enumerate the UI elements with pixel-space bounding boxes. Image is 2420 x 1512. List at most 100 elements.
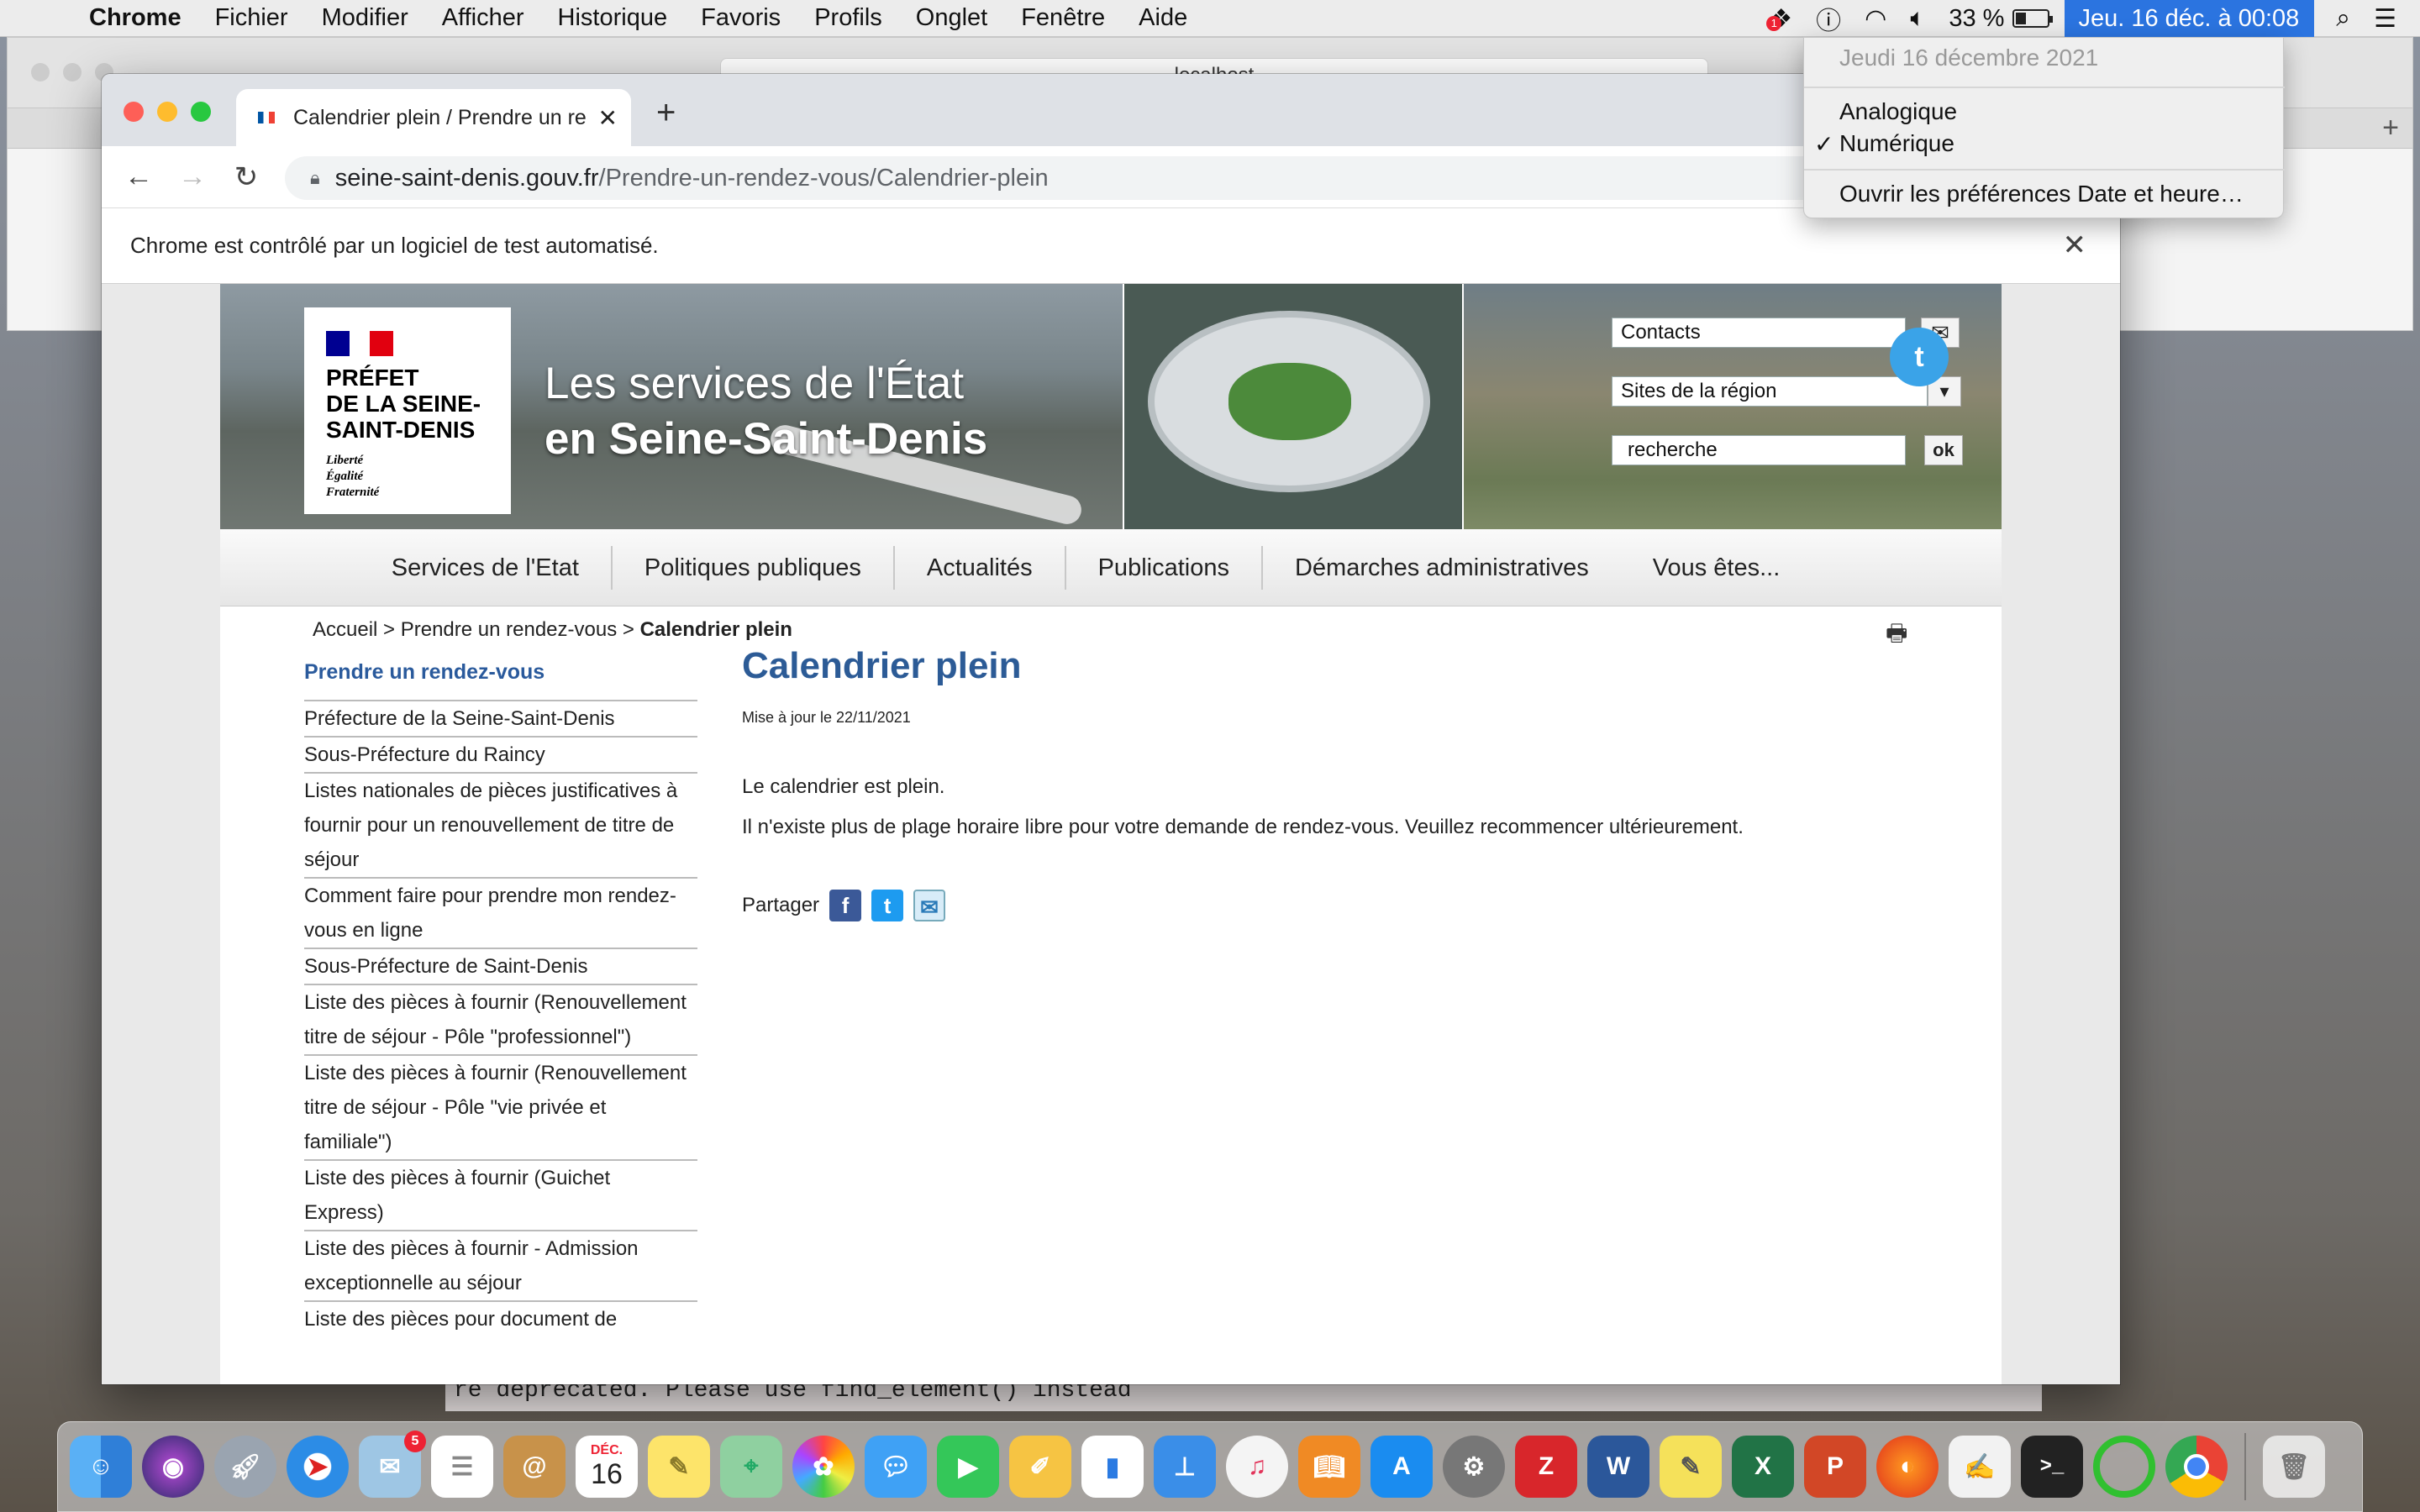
banner-title-line1: Les services de l'État [544,359,965,408]
volume-icon[interactable]: 🔈︎ [1910,4,1925,33]
textedit-icon[interactable]: ✍ [1949,1436,2011,1498]
menu-profils[interactable]: Profils [814,4,882,32]
new-tab-icon[interactable]: + [2382,112,2399,144]
zoom-window-button[interactable] [191,102,211,122]
trash-icon[interactable]: 🗑︎ [2263,1436,2325,1498]
twitter-share-icon[interactable]: t [871,890,904,921]
safari-icon[interactable]: ➤ [287,1436,349,1498]
sidebar-item[interactable]: Liste des pièces à fournir - Admission e… [304,1230,697,1300]
menubar-clock[interactable]: Jeu. 16 déc. à 00:08 [2065,0,2315,37]
zotero-icon[interactable]: Z [1515,1436,1577,1498]
breadcrumb-home[interactable]: Accueil [313,618,377,641]
forward-arrow-icon[interactable]: → [176,160,209,193]
chrome-icon[interactable] [2165,1436,2228,1498]
logo-line: PRÉFET [326,365,419,391]
clock-option-digital[interactable]: Numérique [1839,130,1954,157]
dropbox-icon[interactable]: ❖ 1 [1766,4,1792,34]
calendar-icon[interactable]: DÉC. 16 [576,1436,638,1498]
alert-icon[interactable]: ⓘ [1816,0,1841,37]
sidebar-item[interactable]: Liste des pièces pour document de [304,1300,697,1336]
close-window-button[interactable] [124,102,144,122]
menu-modifier[interactable]: Modifier [322,4,408,32]
sidebar-item[interactable]: Sous-Préfecture du Raincy [304,736,697,772]
system-preferences-icon[interactable]: ⚙ [1443,1436,1505,1498]
menu-afficher[interactable]: Afficher [442,4,524,32]
nav-actualites[interactable]: Actualités [895,545,1066,590]
lock-icon[interactable]: 🔒︎ [310,167,320,189]
facetime-icon[interactable]: ▶ [937,1436,999,1498]
word-icon[interactable]: W [1587,1436,1649,1498]
itunes-icon[interactable]: ♫ [1226,1436,1288,1498]
numbers-icon[interactable]: ▮ [1081,1436,1144,1498]
favicon-icon [258,112,275,123]
facebook-icon[interactable]: f [829,890,862,921]
active-tab[interactable]: Calendrier plein / Prendre un re ✕ [236,89,631,146]
menu-historique[interactable]: Historique [558,4,668,32]
sidebar-item[interactable]: Listes nationales de pièces justificativ… [304,772,697,877]
clock-option-analog[interactable]: Analogique [1839,98,1957,125]
messages-icon[interactable]: 💬︎ [865,1436,927,1498]
keynote-icon[interactable]: ⊥ [1154,1436,1216,1498]
search-ok-button[interactable]: ok [1924,435,1963,465]
firefox-icon[interactable]: ◐ [1876,1436,1939,1498]
nav-vous-etes[interactable]: Vous êtes... [1621,546,1812,590]
launchpad-icon[interactable]: 🚀︎ [214,1436,276,1498]
sidebar-item[interactable]: Sous-Préfecture de Saint-Denis [304,948,697,984]
sidebar-item[interactable]: Liste des pièces à fournir (Renouvelleme… [304,1054,697,1159]
menu-aide[interactable]: Aide [1139,4,1187,32]
contacts-icon[interactable]: @ [503,1436,566,1498]
prefet-logo[interactable]: PRÉFET DE LA SEINE- SAINT-DENIS Liberté … [304,307,511,514]
sidebar-item[interactable]: Préfecture de la Seine-Saint-Denis [304,700,697,736]
pages-icon[interactable]: ✐ [1009,1436,1071,1498]
maps-icon[interactable]: ⌖ [720,1436,782,1498]
print-icon[interactable]: 🖶 [1886,616,1907,656]
email-share-icon[interactable]: ✉ [913,890,946,921]
nav-publications[interactable]: Publications [1066,545,1263,590]
sites-region-select[interactable]: Sites de la région [1612,376,1928,407]
mail-app-icon[interactable]: ✉ 5 [359,1431,426,1498]
siri-icon[interactable]: ◉ [142,1436,204,1498]
sidebar-item[interactable]: Liste des pièces à fournir (Renouvelleme… [304,984,697,1054]
menu-onglet[interactable]: Onglet [916,4,987,32]
sidebar-title[interactable]: Prendre un rendez-vous [304,650,697,685]
menu-fichier[interactable]: Fichier [215,4,288,32]
wifi-icon[interactable]: ◠ [1865,4,1886,34]
website: PRÉFET DE LA SEINE- SAINT-DENIS Liberté … [220,284,2002,1384]
new-tab-button[interactable]: + [656,94,676,132]
search-input[interactable]: recherche [1612,435,1906,465]
breadcrumb-separator: > [622,618,634,641]
back-arrow-icon[interactable]: ← [122,160,155,193]
finder-icon[interactable]: ☺ [70,1436,132,1498]
open-date-time-prefs[interactable]: Ouvrir les préférences Date et heure… [1839,181,2244,207]
spotlight-search-icon[interactable]: ⌕ [2336,4,2350,33]
app-store-icon[interactable]: A [1370,1436,1433,1498]
breadcrumb-parent[interactable]: Prendre un rendez-vous [401,618,617,641]
activity-icon[interactable] [2093,1436,2155,1498]
app-menu[interactable]: Chrome [89,4,182,32]
terminal-icon[interactable]: >_ [2021,1436,2083,1498]
excel-icon[interactable]: X [1732,1436,1794,1498]
menu-favoris[interactable]: Favoris [701,4,781,32]
notes-icon[interactable]: ✎ [648,1436,710,1498]
reload-icon[interactable]: ↻ [229,160,263,194]
close-tab-icon[interactable]: ✕ [598,104,618,132]
twitter-icon[interactable]: t [1890,328,1949,386]
stickies-icon[interactable]: ✎ [1660,1436,1722,1498]
reminders-icon[interactable]: ☰ [431,1436,493,1498]
close-infobar-icon[interactable]: ✕ [2063,228,2087,262]
photos-icon[interactable]: ✿ [792,1436,855,1498]
contacts-link[interactable]: Contacts [1612,318,1906,348]
main-content: Calendrier plein Mise à jour le 22/11/20… [742,645,1834,921]
sidebar-item[interactable]: Comment faire pour prendre mon rendez-vo… [304,877,697,948]
notification-center-icon[interactable]: ☰ [2374,4,2396,34]
menu-fenetre[interactable]: Fenêtre [1021,4,1105,32]
battery-icon[interactable] [2012,9,2054,28]
nav-politiques-publiques[interactable]: Politiques publiques [613,545,895,590]
minimize-window-button[interactable] [157,102,177,122]
nav-services-etat[interactable]: Services de l'Etat [360,545,613,590]
books-icon[interactable]: 📖︎ [1298,1436,1360,1498]
stadium-photo [1124,284,1462,529]
powerpoint-icon[interactable]: P [1804,1436,1866,1498]
nav-demarches[interactable]: Démarches administratives [1263,546,1621,590]
sidebar-item[interactable]: Liste des pièces à fournir (Guichet Expr… [304,1159,697,1230]
